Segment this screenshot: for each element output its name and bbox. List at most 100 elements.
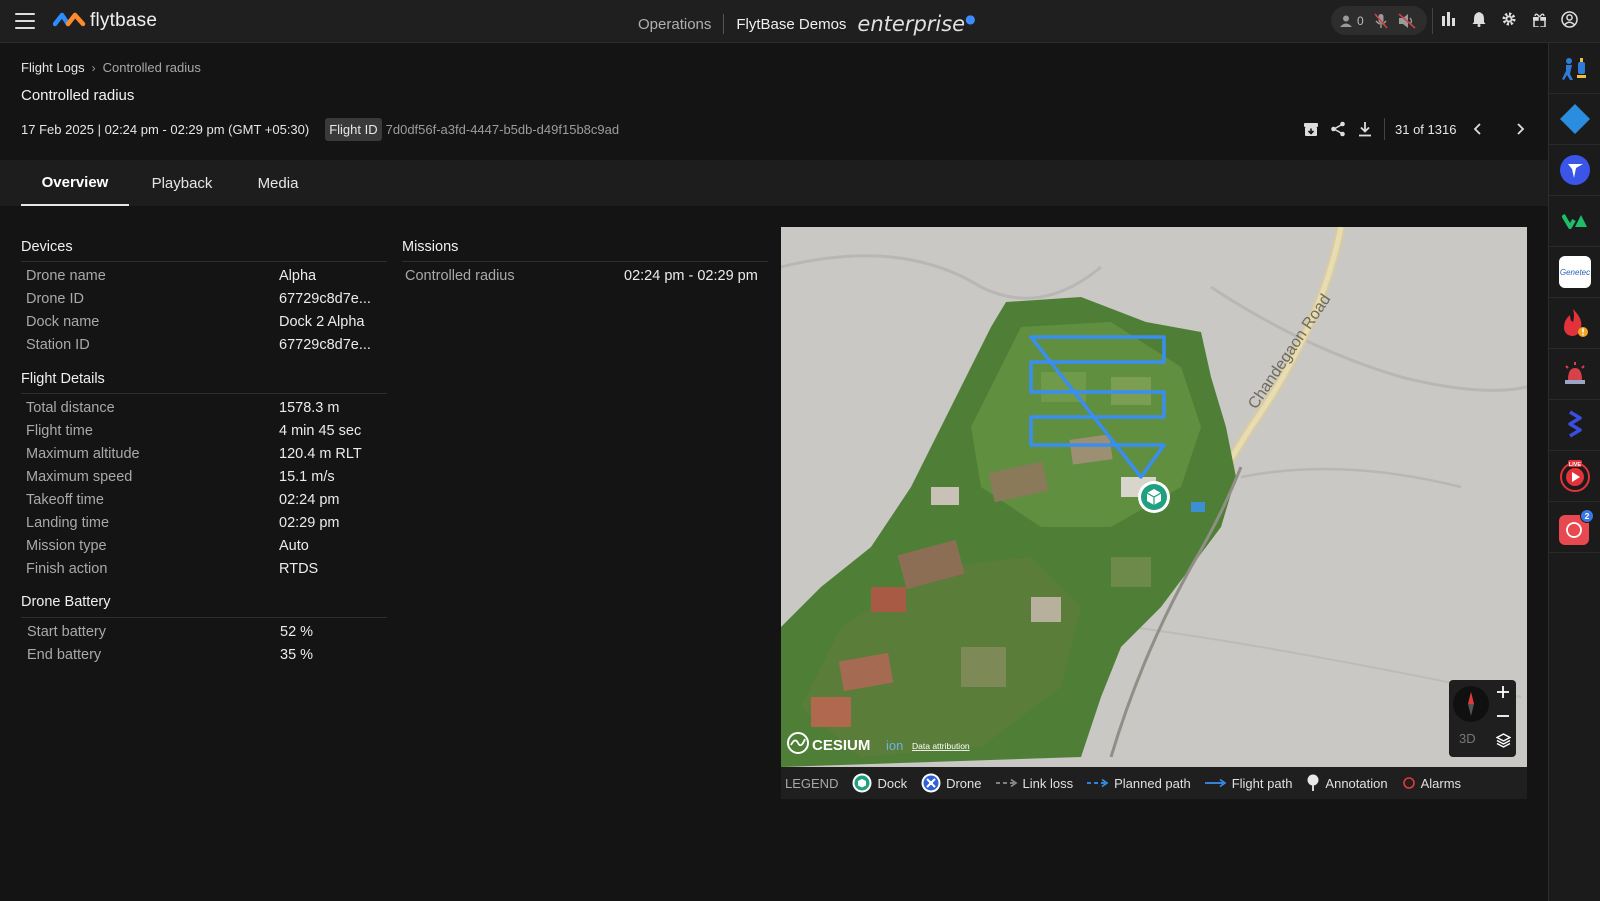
flight-id-label: Flight ID [325,118,382,141]
divider [21,393,387,394]
app-sidebar: Genetec LIVE 2 [1548,43,1600,901]
cesium-ion-text: ion [886,738,903,753]
mic-off-icon[interactable] [1374,12,1388,29]
legend-dock-label: Dock [877,775,908,791]
max-altitude-value: 120.4 m RLT [279,446,362,462]
layers-icon[interactable] [1494,731,1512,749]
legend-annotation-label: Annotation [1325,775,1388,791]
menu-icon[interactable] [15,13,35,29]
app-chain-icon[interactable] [1549,400,1600,451]
brand-logo[interactable]: flytbase [53,10,157,32]
legend-title: LEGEND [785,775,839,791]
breadcrumb-flight-logs[interactable]: Flight Logs [21,60,85,75]
legend-alarms-label: Alarms [1420,775,1462,791]
app-navigator-icon[interactable] [1549,145,1600,196]
tab-media[interactable]: Media [246,160,310,206]
brand-name: flytbase [90,10,158,31]
app-va-icon[interactable] [1549,196,1600,247]
divider [723,14,725,34]
app-genetec-icon[interactable]: Genetec [1549,247,1600,298]
top-bar: flytbase Operations FlytBase Demos enter… [0,0,1600,43]
share-icon[interactable] [1328,119,1348,139]
tab-overview[interactable]: Overview [21,160,129,206]
legend-link-loss: Link loss [995,776,1073,791]
divider [21,261,387,262]
max-speed-value: 15.1 m/s [279,469,335,485]
breadcrumb: Flight Logs › Controlled radius [21,60,201,75]
map-controls: 3D [1449,680,1516,757]
landing-time-value: 02:29 pm [279,515,340,531]
genetec-text: Genetec [1560,268,1590,277]
app-diamond-icon[interactable] [1549,94,1600,145]
takeoff-time-label: Takeoff time [26,492,104,508]
app-fire-icon[interactable] [1549,298,1600,349]
edition-label: enterprise● [857,12,975,36]
station-id-value: 67729c8d7e... [279,337,371,353]
divider [402,261,768,262]
flight-meta: 17 Feb 2025 | 02:24 pm - 02:29 pm (GMT +… [21,118,619,141]
mission-type-label: Mission type [26,538,107,554]
arrow-icon [1204,778,1227,788]
zoom-in-icon[interactable] [1494,683,1512,701]
finish-action-value: RTDS [279,561,319,577]
nav-operations[interactable]: Operations [638,16,711,33]
start-battery-label: Start battery [27,624,106,640]
pager-text: 31 of 1316 [1395,121,1457,137]
status-pill[interactable]: 0 [1331,6,1427,35]
drone-id-value: 67729c8d7e... [279,291,371,307]
live-text: LIVE [1569,462,1582,468]
dock-icon [852,773,872,793]
legend-planned-path: Planned path [1087,776,1191,791]
divider [1432,8,1433,34]
download-icon[interactable] [1355,119,1375,139]
notification-badge: 2 [1585,511,1590,521]
analytics-icon[interactable] [1440,10,1458,28]
start-battery-value: 52 % [280,624,314,640]
legend-dock: Dock [852,773,907,793]
alarm-circle-icon [1402,777,1415,789]
gear-icon[interactable] [1500,10,1518,28]
legend-flight-path: Flight path [1204,775,1293,791]
legend-drone-label: Drone [946,775,982,791]
mission-type-value: Auto [279,538,309,554]
flight-time-value: 4 min 45 sec [279,423,362,439]
dock-marker-icon[interactable] [1138,481,1170,513]
compass-icon[interactable] [1453,686,1489,722]
end-battery-value: 35 % [280,647,314,663]
legend-flight-path-label: Flight path [1231,775,1293,791]
zoom-out-icon[interactable] [1494,707,1512,725]
max-altitude-label: Maximum altitude [26,446,140,462]
drone-icon [921,773,941,793]
app-alarm-icon[interactable] [1549,349,1600,400]
legend-annotation: Annotation [1306,774,1388,792]
end-battery-label: End battery [27,647,102,663]
devices-heading: Devices [21,239,73,255]
flight-map[interactable]: Chandegaon Road CESIUM ion Data attribut… [781,227,1527,767]
gift-icon[interactable] [1530,10,1548,28]
map-legend: LEGEND Dock Drone Link loss Planned path… [781,767,1527,799]
3d-toggle[interactable]: 3D [1459,731,1476,746]
app-incident-icon[interactable]: 2 [1549,502,1600,553]
speaker-off-icon[interactable] [1398,12,1416,29]
archive-icon[interactable] [1301,119,1321,139]
mission-name[interactable]: Controlled radius [405,268,515,284]
breadcrumb-current: Controlled radius [102,60,201,75]
chevron-right-icon[interactable] [1510,119,1530,139]
user-count: 0 [1357,13,1364,28]
drone-id-label: Drone ID [26,291,85,307]
flight-time-label: Flight time [26,423,93,439]
chevron-left-icon[interactable] [1468,119,1488,139]
app-live-icon[interactable]: LIVE [1549,451,1600,502]
profile-icon[interactable] [1560,10,1578,28]
bell-icon[interactable] [1470,10,1488,28]
org-name[interactable]: FlytBase Demos [736,16,846,33]
app-agent-icon[interactable] [1549,43,1600,94]
page-title: Controlled radius [21,87,135,104]
dashed-arrow-icon [995,778,1017,788]
max-speed-label: Maximum speed [26,469,133,485]
legend-drone: Drone [921,773,982,793]
dock-name-value: Dock 2 Alpha [279,314,365,330]
tab-playback[interactable]: Playback [141,160,223,206]
flight-date-range: 17 Feb 2025 | 02:24 pm - 02:29 pm (GMT +… [21,122,310,137]
data-attribution-link[interactable]: Data attribution [912,741,970,751]
